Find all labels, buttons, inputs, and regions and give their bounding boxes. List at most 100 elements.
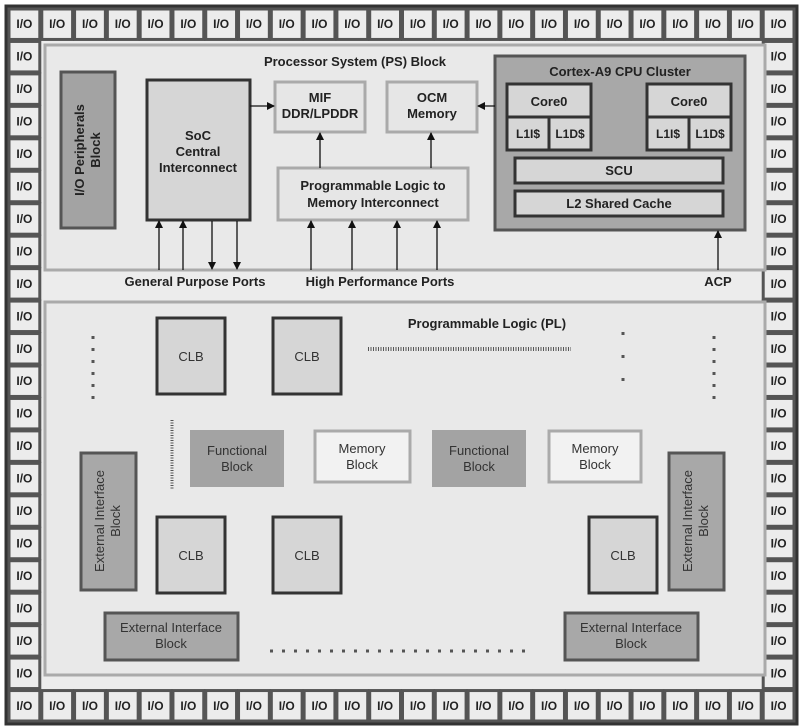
svg-text:DDR/LPDDR: DDR/LPDDR [282, 106, 359, 121]
svg-text:I/O: I/O [115, 699, 131, 713]
svg-text:Interconnect: Interconnect [159, 160, 238, 175]
core-left: Core0 L1I$ L1D$ [505, 82, 593, 152]
clb-block: CLB [587, 515, 659, 595]
io-cell: I/O [335, 7, 370, 41]
svg-text:I/O: I/O [213, 699, 229, 713]
io-cell: I/O [269, 7, 304, 41]
ps-title: Processor System (PS) Block [264, 54, 447, 69]
io-cell: I/O [663, 7, 698, 41]
svg-text:I/O: I/O [541, 17, 557, 31]
io-peripherals-block: I/O Peripherals Block [59, 70, 117, 230]
io-cell: I/O [7, 39, 42, 74]
io-cell: I/O [761, 494, 796, 528]
svg-text:I/O: I/O [344, 699, 360, 713]
svg-text:Block: Block [346, 457, 378, 472]
svg-text:MIF: MIF [309, 90, 331, 105]
svg-text:Block: Block [579, 457, 611, 472]
external-interface-block-bottom-left: External Interface Block [103, 611, 240, 662]
svg-text:I/O: I/O [279, 699, 295, 713]
io-cell: I/O [335, 689, 370, 723]
io-cell: I/O [7, 461, 42, 496]
functional-block: Functional Block [432, 430, 526, 487]
svg-text:I/O: I/O [16, 277, 32, 291]
svg-text:L1I$: L1I$ [656, 127, 680, 141]
svg-text:I/O: I/O [607, 17, 623, 31]
io-cell: I/O [7, 332, 42, 366]
io-cell: I/O [761, 591, 796, 626]
external-interface-block-right: External Interface Block [667, 451, 726, 592]
svg-text:I/O: I/O [443, 17, 459, 31]
svg-text:I/O: I/O [672, 17, 688, 31]
ocm-memory-block: OCM Memory [385, 80, 479, 134]
svg-text:I/O: I/O [16, 309, 32, 323]
svg-text:I/O: I/O [771, 472, 787, 486]
io-cell: I/O [73, 689, 107, 723]
svg-text:I/O: I/O [672, 699, 688, 713]
svg-text:I/O: I/O [180, 17, 196, 31]
io-cell: I/O [433, 689, 468, 723]
svg-text:Core0: Core0 [531, 94, 568, 109]
svg-text:SCU: SCU [605, 163, 632, 178]
svg-text:I/O: I/O [16, 504, 32, 518]
svg-text:I/O: I/O [771, 439, 787, 453]
cpu-cluster: Cortex-A9 CPU Cluster Core0 L1I$ L1D$ Co… [493, 54, 747, 232]
io-cell: I/O [368, 689, 403, 723]
io-cell: I/O [40, 689, 75, 723]
io-cell: I/O [40, 7, 75, 41]
svg-text:I/O: I/O [410, 17, 426, 31]
svg-text:I/O: I/O [16, 115, 32, 129]
clb-block: CLB [271, 316, 343, 396]
svg-text:I/O: I/O [16, 537, 32, 551]
io-cell: I/O [7, 591, 42, 626]
svg-text:Block: Block [615, 636, 647, 651]
svg-text:I/O: I/O [771, 666, 787, 680]
svg-text:CLB: CLB [178, 349, 203, 364]
svg-text:Block: Block [155, 636, 187, 651]
io-cell: I/O [401, 689, 435, 723]
io-cell: I/O [7, 396, 42, 431]
io-cell: I/O [499, 689, 534, 723]
io-cell: I/O [138, 689, 173, 723]
io-cell: I/O [7, 656, 42, 691]
svg-text:I/O: I/O [16, 407, 32, 421]
io-cell: I/O [597, 7, 632, 41]
svg-text:External Interface: External Interface [680, 470, 695, 572]
io-cell: I/O [761, 332, 796, 366]
io-cell: I/O [564, 689, 599, 723]
svg-text:Memory: Memory [572, 441, 619, 456]
svg-text:I/O: I/O [82, 17, 98, 31]
svg-text:L1D$: L1D$ [695, 127, 725, 141]
io-cell: I/O [696, 689, 730, 723]
svg-text:I/O: I/O [16, 180, 32, 194]
io-cell: I/O [761, 364, 796, 398]
io-cell: I/O [7, 624, 42, 658]
io-cell: I/O [728, 7, 763, 41]
svg-text:Memory: Memory [339, 441, 386, 456]
svg-text:I/O: I/O [771, 569, 787, 583]
svg-text:I/O: I/O [771, 504, 787, 518]
svg-text:I/O: I/O [16, 212, 32, 226]
svg-text:I/O: I/O [246, 699, 262, 713]
svg-text:CLB: CLB [294, 349, 319, 364]
svg-text:I/O: I/O [771, 699, 787, 713]
svg-text:OCM: OCM [417, 90, 447, 105]
svg-text:Functional: Functional [449, 443, 509, 458]
io-cell: I/O [663, 689, 698, 723]
svg-text:Cortex-A9 CPU Cluster: Cortex-A9 CPU Cluster [549, 64, 691, 79]
io-cell: I/O [237, 7, 271, 41]
svg-text:I/O: I/O [16, 472, 32, 486]
svg-text:I/O Peripherals: I/O Peripherals [72, 104, 87, 196]
svg-text:I/O: I/O [16, 634, 32, 648]
zynq-architecture-diagram: I/O I/O I/O I/O I/O I/O I/O I/O I/O I/O I/O I/O I/O I… [4, 4, 799, 726]
svg-text:I/O: I/O [82, 699, 98, 713]
svg-text:I/O: I/O [771, 115, 787, 129]
svg-text:Block: Block [696, 505, 711, 537]
svg-text:I/O: I/O [16, 439, 32, 453]
svg-text:I/O: I/O [115, 17, 131, 31]
svg-text:CLB: CLB [178, 548, 203, 563]
svg-text:I/O: I/O [574, 17, 590, 31]
svg-text:External Interface: External Interface [580, 620, 682, 635]
svg-text:L2 Shared Cache: L2 Shared Cache [566, 196, 672, 211]
clb-block: CLB [155, 316, 227, 396]
io-cell: I/O [237, 689, 271, 723]
